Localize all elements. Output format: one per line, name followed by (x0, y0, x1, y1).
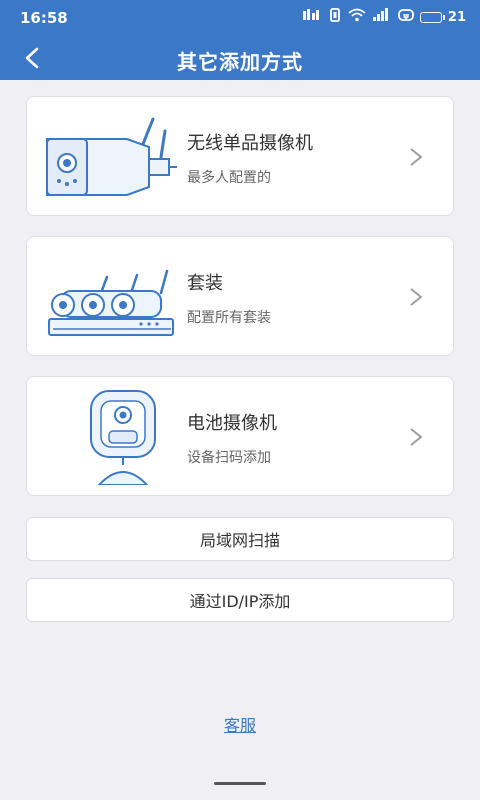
card-subtitle: 设备扫码添加 (187, 450, 271, 466)
svg-text:ψ: ψ (403, 12, 409, 21)
add-by-id-ip-button[interactable]: 通过ID/IP添加 (26, 578, 454, 622)
wifi-icon (348, 8, 366, 26)
chevron-right-icon (410, 288, 423, 306)
battery-level: 21 (447, 9, 466, 25)
card-title: 无线单品摄像机 (187, 133, 313, 154)
data-saver-icon: ψ (398, 8, 414, 26)
card-kit[interactable]: 套装 配置所有套装 (26, 236, 454, 356)
battery-icon (419, 11, 445, 23)
lan-scan-button[interactable]: 局域网扫描 (26, 517, 454, 561)
chevron-right-icon (410, 148, 423, 166)
status-time: 16:58 (20, 9, 68, 27)
card-title: 套装 (187, 273, 223, 294)
app-bar: 其它添加方式 (0, 36, 480, 80)
card-battery-camera[interactable]: 电池摄像机 设备扫码添加 (26, 376, 454, 496)
customer-service-link[interactable]: 客服 (0, 712, 480, 736)
nvr-kit-illustration (41, 249, 181, 345)
gesture-handle[interactable] (214, 782, 266, 785)
card-wireless-camera[interactable]: 无线单品摄像机 最多人配置的 (26, 96, 454, 216)
signal-icon (372, 8, 392, 26)
battery-camera-illustration (41, 389, 181, 486)
vibrate-icon (328, 8, 342, 26)
status-icons: ψ 21 (302, 8, 466, 26)
bullet-camera-illustration (41, 109, 181, 205)
chevron-right-icon (410, 428, 423, 446)
status-bar: 16:58 ψ 21 (0, 0, 480, 36)
card-subtitle: 最多人配置的 (187, 170, 271, 186)
page-title: 其它添加方式 (177, 50, 303, 74)
card-title: 电池摄像机 (187, 413, 277, 434)
card-subtitle: 配置所有套装 (187, 310, 271, 326)
network-type-icon (302, 8, 322, 26)
